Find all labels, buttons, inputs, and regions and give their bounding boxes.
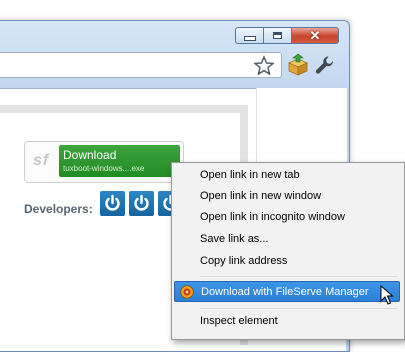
menu-item-download-fileserve-label: Download with FileServe Manager [201, 286, 369, 298]
download-button[interactable]: Download tuxboot-windows....exe [59, 145, 180, 177]
menu-item-open-new-tab[interactable]: Open link in new tab [174, 165, 400, 186]
fileserve-icon [180, 285, 194, 299]
minimize-button[interactable] [235, 27, 263, 44]
mouse-cursor-icon [380, 285, 394, 305]
context-menu: Open link in new tab Open link in new wi… [171, 162, 405, 340]
sourceforge-logo: sf [33, 152, 50, 169]
menu-item-open-new-window[interactable]: Open link in new window [174, 186, 400, 207]
star-icon[interactable] [254, 53, 274, 77]
menu-item-save-link-as[interactable]: Save link as... [174, 229, 400, 250]
window-controls: ✕ [235, 27, 339, 44]
close-icon: ✕ [309, 28, 321, 43]
menu-item-copy-link-address[interactable]: Copy link address [174, 251, 400, 272]
power-icon [134, 194, 149, 211]
menu-item-open-incognito[interactable]: Open link in incognito window [174, 207, 400, 228]
download-widget: sf Download tuxboot-windows....exe [24, 141, 184, 183]
fileserve-box-icon[interactable] [286, 53, 310, 77]
menu-item-inspect-element[interactable]: Inspect element [174, 311, 400, 332]
wrench-icon[interactable] [314, 54, 336, 76]
menu-separator [200, 276, 398, 277]
menu-separator [200, 308, 398, 309]
maximize-button[interactable] [263, 27, 291, 44]
developers-label: Developers: [24, 202, 93, 216]
download-button-label: Download [63, 148, 117, 162]
developer-power-button-2[interactable] [129, 191, 154, 216]
developer-power-button-1[interactable] [100, 191, 125, 216]
close-button[interactable]: ✕ [291, 27, 339, 44]
address-bar[interactable] [0, 52, 282, 78]
minimize-icon [243, 36, 256, 41]
power-icon [105, 194, 120, 211]
download-filename: tuxboot-windows....exe [63, 164, 145, 173]
menu-item-download-fileserve[interactable]: Download with FileServe Manager [174, 281, 400, 302]
maximize-icon [273, 32, 282, 39]
